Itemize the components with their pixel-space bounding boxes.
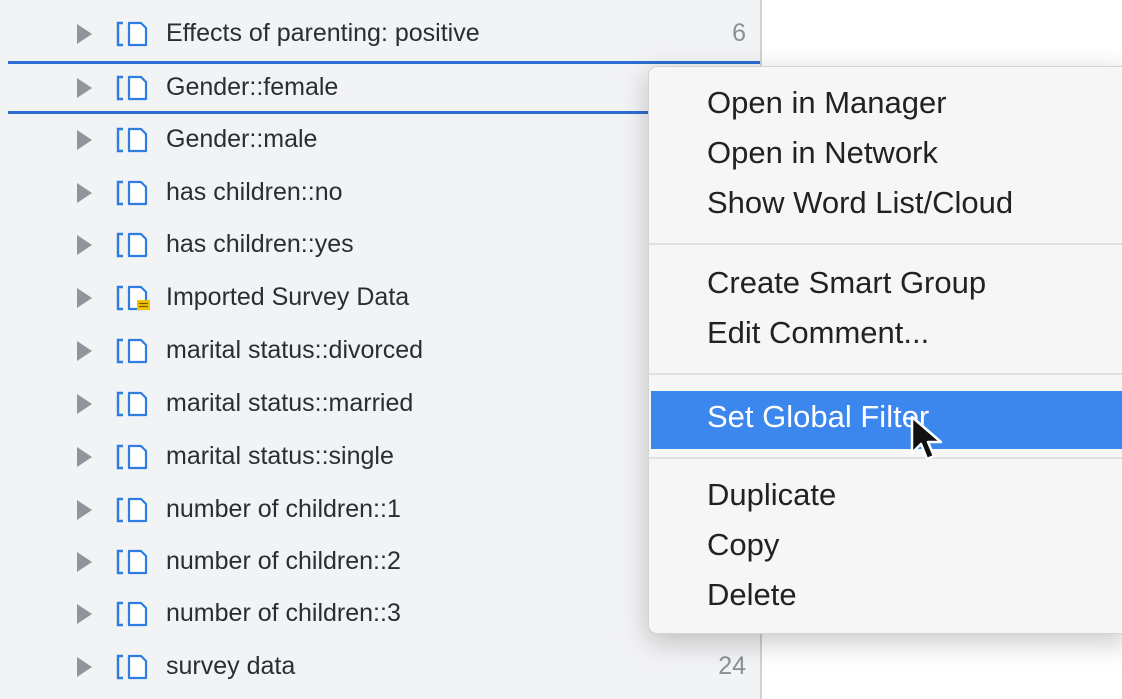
- disclosure-triangle-icon[interactable]: [77, 24, 92, 44]
- list-item[interactable]: number of children::1: [0, 483, 760, 537]
- list-item-label: marital status::married: [166, 389, 414, 417]
- list-item[interactable]: Effects of parenting: positive 6: [0, 7, 760, 61]
- menu-item-delete[interactable]: Delete: [707, 577, 797, 613]
- list-item-label: Gender::male: [166, 125, 318, 153]
- list-item-label: Effects of parenting: positive: [166, 19, 480, 47]
- disclosure-triangle-icon[interactable]: [77, 447, 92, 467]
- code-group-with-comment-icon: [116, 285, 150, 311]
- disclosure-triangle-icon[interactable]: [77, 130, 92, 150]
- list-item[interactable]: Imported Survey Data: [0, 271, 760, 325]
- list-item-label: number of children::2: [166, 547, 401, 575]
- code-group-icon: [116, 654, 148, 680]
- list-item[interactable]: has children::no: [0, 166, 760, 220]
- disclosure-triangle-icon[interactable]: [77, 183, 92, 203]
- menu-item-set-global-filter[interactable]: Set Global Filter: [707, 399, 929, 435]
- menu-item-show-word-list[interactable]: Show Word List/Cloud: [707, 185, 1013, 221]
- list-item[interactable]: number of children::3: [0, 587, 760, 641]
- list-item[interactable]: marital status::divorced: [0, 324, 760, 378]
- menu-item-edit-comment[interactable]: Edit Comment...: [707, 315, 929, 351]
- list-item-label: survey data: [166, 652, 296, 680]
- list-item-label: marital status::divorced: [166, 336, 424, 364]
- list-item-count: 24: [718, 652, 746, 680]
- list-item-label: Imported Survey Data: [166, 283, 410, 311]
- list-item[interactable]: Gender::male: [0, 113, 760, 167]
- code-group-icon: [116, 75, 148, 101]
- list-item[interactable]: marital status::married: [0, 377, 760, 431]
- menu-separator: [649, 457, 1122, 459]
- menu-item-copy[interactable]: Copy: [707, 527, 779, 563]
- list-item[interactable]: survey data 24: [0, 640, 760, 694]
- context-menu: Open in Manager Open in Network Show Wor…: [648, 66, 1122, 634]
- menu-item-open-in-network[interactable]: Open in Network: [707, 135, 938, 171]
- menu-item-open-in-manager[interactable]: Open in Manager: [707, 85, 947, 121]
- list-item[interactable]: marital status::single: [0, 430, 760, 484]
- disclosure-triangle-icon[interactable]: [77, 235, 92, 255]
- code-group-icon: [116, 180, 148, 206]
- menu-item-create-smart-group[interactable]: Create Smart Group: [707, 265, 986, 301]
- code-group-icon: [116, 21, 148, 47]
- code-group-icon: [116, 391, 148, 417]
- list-item-label: has children::no: [166, 178, 343, 206]
- code-group-icon: [116, 338, 148, 364]
- list-item-selected[interactable]: Gender::female: [0, 61, 760, 115]
- disclosure-triangle-icon[interactable]: [77, 394, 92, 414]
- code-group-icon: [116, 497, 148, 523]
- disclosure-triangle-icon[interactable]: [77, 288, 92, 308]
- code-group-icon: [116, 549, 148, 575]
- list-item-count: 6: [732, 19, 746, 47]
- menu-item-duplicate[interactable]: Duplicate: [707, 477, 836, 513]
- disclosure-triangle-icon[interactable]: [77, 552, 92, 572]
- code-group-icon: [116, 232, 148, 258]
- list-item-label: number of children::3: [166, 599, 401, 627]
- disclosure-triangle-icon[interactable]: [77, 500, 92, 520]
- disclosure-triangle-icon[interactable]: [77, 78, 92, 98]
- disclosure-triangle-icon[interactable]: [77, 604, 92, 624]
- list-item-label: Gender::female: [166, 73, 339, 101]
- menu-separator: [649, 243, 1122, 245]
- disclosure-triangle-icon[interactable]: [77, 657, 92, 677]
- code-group-icon: [116, 444, 148, 470]
- list-item-label: number of children::1: [166, 495, 401, 523]
- code-group-icon: [116, 601, 148, 627]
- list-item[interactable]: number of children::2: [0, 535, 760, 589]
- mouse-pointer-icon: [910, 415, 943, 461]
- disclosure-triangle-icon[interactable]: [77, 341, 92, 361]
- code-group-icon: [116, 127, 148, 153]
- list-item-label: has children::yes: [166, 230, 354, 258]
- menu-separator: [649, 373, 1122, 375]
- code-group-list: Effects of parenting: positive 6 Gender:…: [0, 0, 760, 699]
- list-item-label: marital status::single: [166, 442, 394, 470]
- list-item[interactable]: has children::yes: [0, 218, 760, 272]
